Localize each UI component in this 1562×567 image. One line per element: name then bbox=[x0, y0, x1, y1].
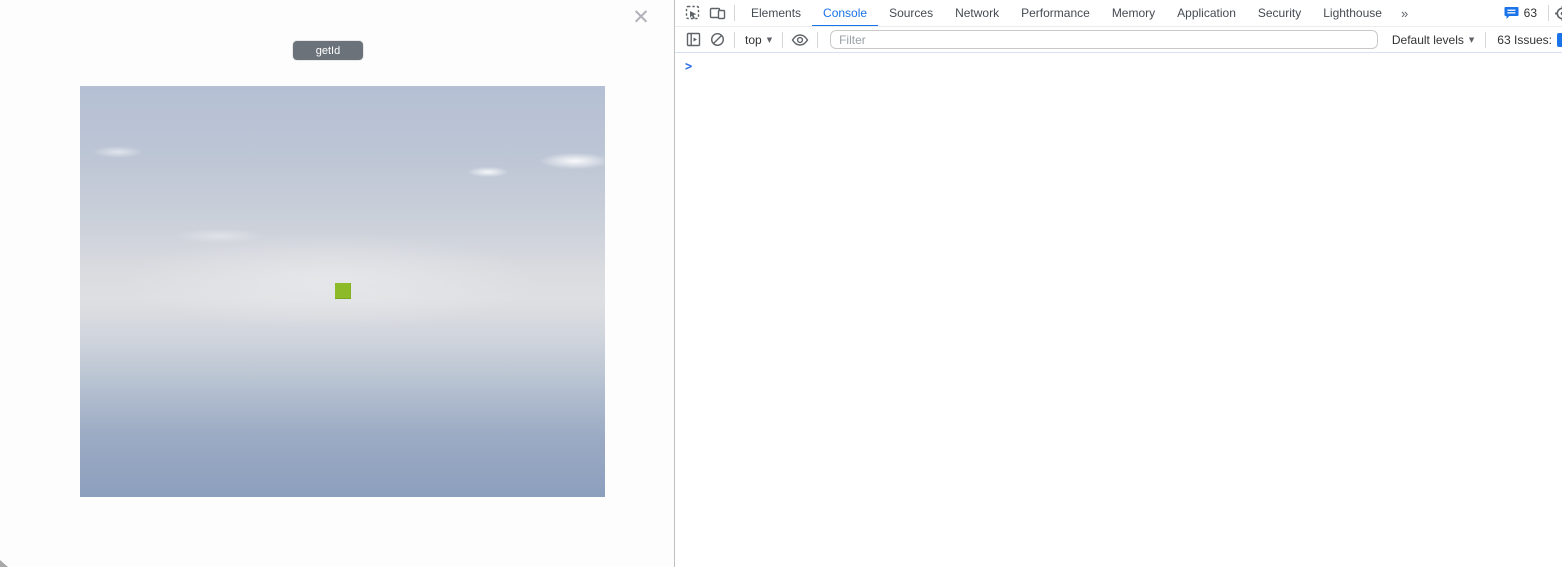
console-output-area[interactable]: > bbox=[675, 53, 1562, 567]
toolbar-separator bbox=[1485, 32, 1486, 48]
sky-viewport[interactable] bbox=[80, 86, 605, 497]
inspect-element-icon[interactable] bbox=[681, 1, 705, 25]
tab-memory[interactable]: Memory bbox=[1101, 0, 1166, 27]
log-levels-value: Default levels bbox=[1392, 33, 1464, 47]
page-panel: ✕ getId bbox=[0, 0, 674, 567]
issues-counter[interactable]: 63 Issues: bbox=[1491, 33, 1562, 47]
messages-count: 63 bbox=[1524, 6, 1537, 20]
tab-network[interactable]: Network bbox=[944, 0, 1010, 27]
message-bubble-icon bbox=[1504, 6, 1519, 20]
issues-label: 63 Issues: bbox=[1497, 33, 1552, 47]
tab-lighthouse[interactable]: Lighthouse bbox=[1312, 0, 1393, 27]
tab-elements[interactable]: Elements bbox=[740, 0, 812, 27]
corner-resize-mark bbox=[0, 560, 8, 567]
toolbar-separator bbox=[734, 32, 735, 48]
console-messages-badge[interactable]: 63 bbox=[1498, 6, 1543, 20]
filter-input[interactable] bbox=[830, 30, 1378, 49]
tab-sources[interactable]: Sources bbox=[878, 0, 944, 27]
log-levels-selector[interactable]: Default levels ▼ bbox=[1386, 33, 1480, 47]
get-id-button[interactable]: getId bbox=[293, 41, 363, 60]
tab-application[interactable]: Application bbox=[1166, 0, 1247, 27]
device-toolbar-icon[interactable] bbox=[705, 1, 729, 25]
devtools-panel: Elements Console Sources Network Perform… bbox=[674, 0, 1562, 567]
chevron-down-icon: ▼ bbox=[1469, 36, 1474, 44]
console-prompt-line[interactable]: > bbox=[675, 53, 1562, 77]
tab-security[interactable]: Security bbox=[1247, 0, 1312, 27]
toolbar-separator bbox=[782, 32, 783, 48]
context-selector-value: top bbox=[745, 33, 762, 47]
context-selector[interactable]: top ▼ bbox=[740, 33, 777, 47]
clear-console-icon[interactable] bbox=[705, 28, 729, 52]
tabbar-separator bbox=[1548, 5, 1549, 21]
console-sidebar-toggle-icon[interactable] bbox=[681, 28, 705, 52]
settings-gear-icon[interactable] bbox=[1554, 5, 1562, 22]
close-icon[interactable]: ✕ bbox=[630, 5, 652, 29]
chevron-down-icon: ▼ bbox=[767, 36, 772, 44]
live-expression-eye-icon[interactable] bbox=[788, 28, 812, 52]
console-prompt-icon: > bbox=[685, 58, 692, 73]
more-tabs-icon[interactable]: » bbox=[1393, 6, 1415, 21]
tabbar-right-controls: 63 bbox=[1498, 5, 1562, 22]
tab-console[interactable]: Console bbox=[812, 0, 878, 27]
tab-performance[interactable]: Performance bbox=[1010, 0, 1101, 27]
console-toolbar: top ▼ Default levels ▼ 63 Issues: bbox=[675, 27, 1562, 53]
toolbar-separator bbox=[817, 32, 818, 48]
tabbar-separator bbox=[734, 5, 735, 21]
issues-icon bbox=[1557, 33, 1562, 47]
devtools-tabbar: Elements Console Sources Network Perform… bbox=[675, 0, 1562, 27]
green-cube[interactable] bbox=[335, 283, 351, 299]
